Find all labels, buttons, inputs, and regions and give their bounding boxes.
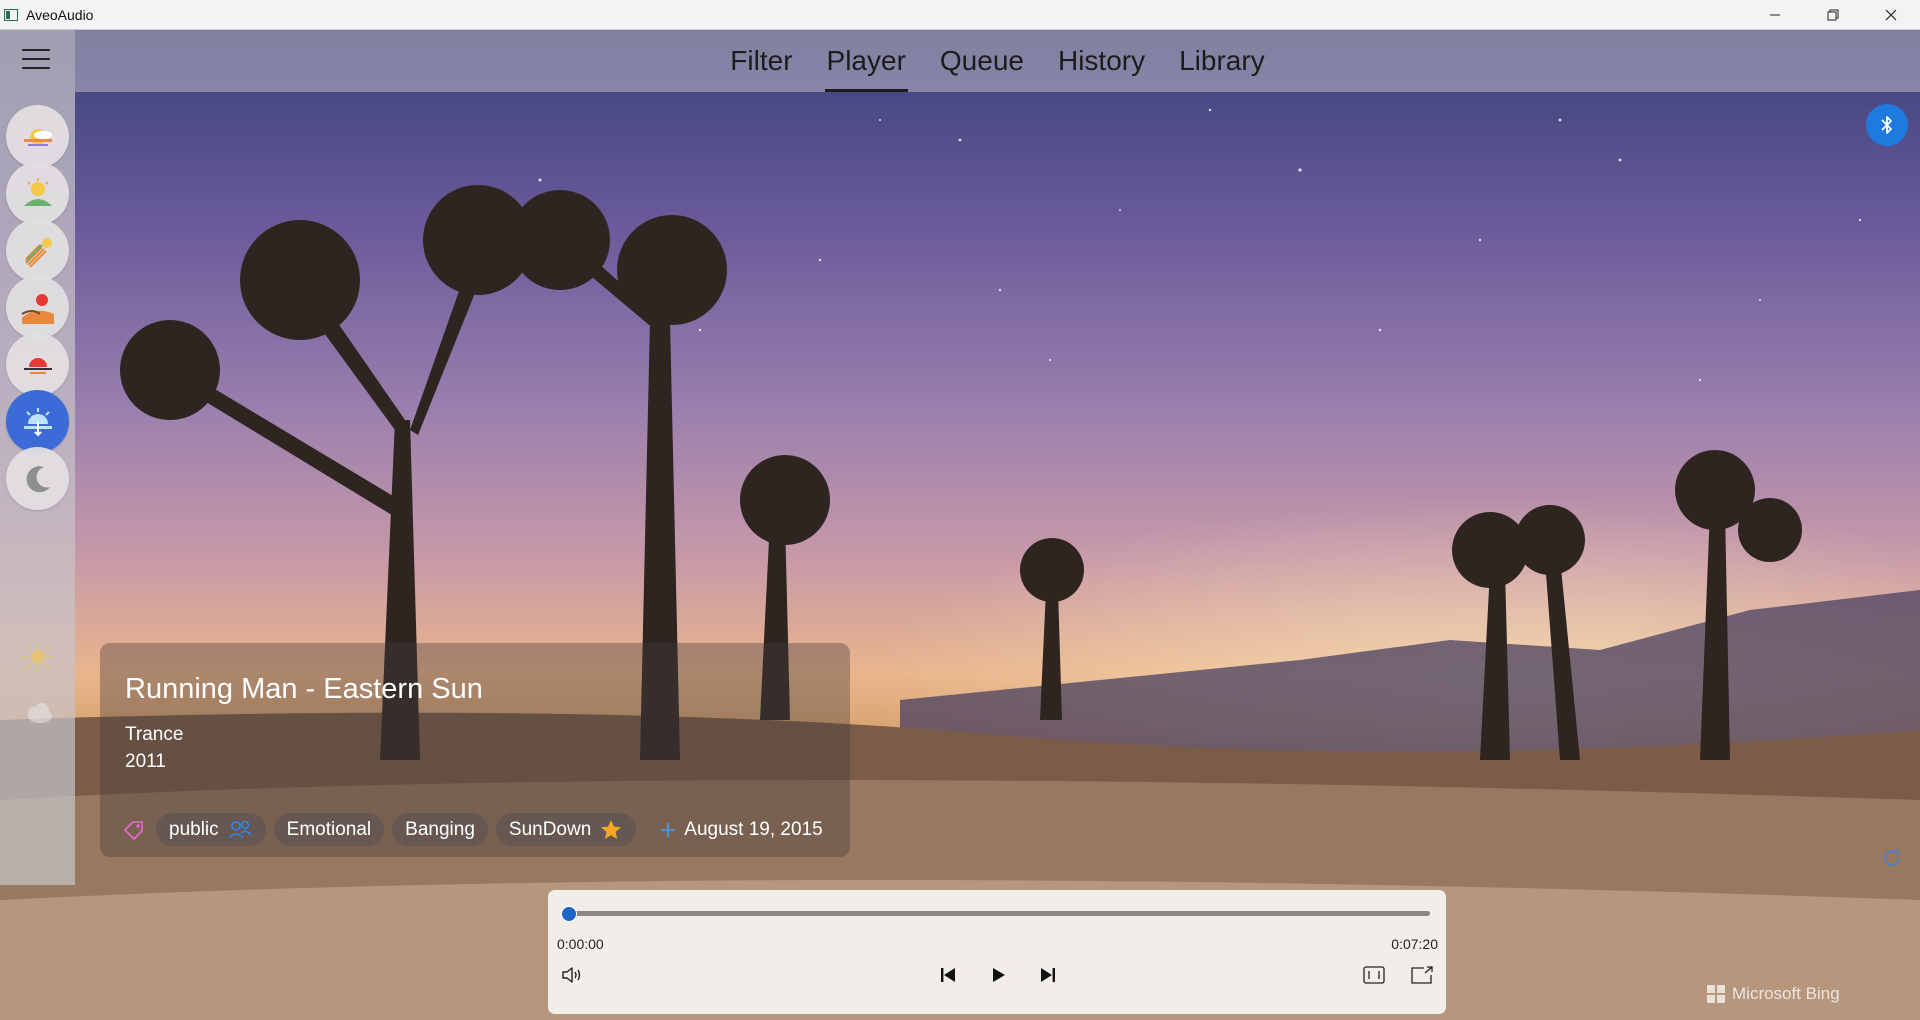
track-info-card: Running Man - Eastern Sun Trance 2011 pu… [100, 643, 850, 857]
rail-item-sunset[interactable] [6, 333, 69, 396]
volume-icon [562, 967, 581, 983]
sunny-icon [22, 641, 53, 672]
seek-bar[interactable] [565, 911, 1430, 916]
tag-chip-sundown[interactable]: SunDown [495, 813, 637, 846]
tag-chip-label: Banging [405, 818, 475, 840]
seek-thumb[interactable] [561, 906, 577, 922]
app-icon [4, 8, 18, 21]
tab-history[interactable]: History [1056, 29, 1147, 92]
volume-button[interactable] [557, 960, 587, 990]
title-bar: AveoAudio [0, 0, 1920, 30]
track-year: 2011 [125, 751, 166, 772]
left-rail-weather [0, 641, 75, 1020]
watermark-label: Microsoft Bing [1732, 984, 1840, 1003]
rail-item-sunny[interactable] [6, 625, 69, 688]
hamburger-menu-button[interactable] [22, 49, 50, 71]
rail-item-morning[interactable] [6, 162, 69, 225]
tag-chip-label: Emotional [286, 818, 372, 840]
next-track-button[interactable] [1033, 960, 1063, 990]
tab-filter[interactable]: Filter [728, 29, 794, 92]
rail-item-desert[interactable] [6, 276, 69, 339]
cloudy-icon [27, 702, 52, 723]
previous-track-button[interactable] [933, 960, 963, 990]
date-added: August 19, 2015 [660, 818, 823, 841]
sunset-icon [23, 357, 52, 374]
rail-item-cloudy[interactable] [6, 682, 69, 745]
skip-next-icon [1041, 968, 1055, 982]
restore-icon [1827, 9, 1839, 20]
compact-overlay-icon [1363, 966, 1385, 984]
minimize-icon [1770, 14, 1780, 15]
play-button[interactable] [983, 960, 1013, 990]
track-title: Running Man - Eastern Sun [125, 673, 483, 705]
evening-cloud-icon [23, 407, 52, 436]
bluetooth-button[interactable] [1866, 104, 1908, 146]
rail-item-sun-rays[interactable] [6, 219, 69, 282]
close-button[interactable] [1862, 0, 1920, 29]
morning-sun-icon [23, 177, 52, 206]
minimize-button[interactable] [1746, 0, 1804, 29]
star-icon [601, 819, 622, 839]
background-wallpaper [0, 0, 1920, 1020]
bing-watermark: Microsoft Bing [1706, 984, 1840, 1004]
tab-queue[interactable]: Queue [938, 29, 1026, 92]
share-window-icon [1411, 966, 1433, 984]
desert-sun-icon [20, 293, 54, 324]
desert-scene [0, 108, 1920, 1020]
refresh-wallpaper-icon[interactable] [1880, 846, 1904, 870]
track-genre: Trance [125, 724, 184, 745]
tag-icon[interactable] [122, 818, 146, 842]
plus-icon [661, 822, 676, 837]
playback-controls: 0:00:00 0:07:20 [548, 890, 1446, 1014]
top-navigation: Filter Player Queue History Library [75, 29, 1920, 92]
rail-item-evening[interactable] [6, 390, 69, 453]
tag-chip-label: public [169, 818, 219, 840]
skip-previous-icon [941, 968, 955, 982]
left-rail [0, 29, 75, 885]
window-controls [1746, 0, 1920, 29]
sunrise-cloudy-icon [23, 128, 52, 146]
bluetooth-icon [1881, 116, 1892, 134]
tag-chip-emotional[interactable]: Emotional [273, 813, 385, 846]
moon-icon [26, 465, 50, 492]
share-button[interactable] [1407, 960, 1437, 990]
rail-item-sunrise[interactable] [6, 105, 69, 168]
windows-logo-icon [1707, 985, 1725, 1003]
rail-item-night[interactable] [6, 447, 69, 510]
compact-mode-button[interactable] [1359, 960, 1389, 990]
total-duration: 0:07:20 [1391, 936, 1438, 952]
tab-library[interactable]: Library [1177, 29, 1267, 92]
play-icon [993, 968, 1005, 982]
window-title: AveoAudio [26, 6, 94, 23]
restore-button[interactable] [1804, 0, 1862, 29]
people-icon [228, 820, 252, 839]
close-icon [1885, 9, 1897, 20]
sun-rays-icon [24, 237, 52, 268]
tag-chip-banging[interactable]: Banging [392, 813, 488, 846]
elapsed-time: 0:00:00 [557, 936, 604, 952]
tag-chip-label: SunDown [508, 818, 592, 840]
tag-list: public Emotional Banging SunDown August … [122, 812, 823, 847]
tag-chip-public[interactable]: public [156, 813, 266, 846]
tab-player[interactable]: Player [824, 29, 909, 92]
date-added-label: August 19, 2015 [684, 818, 823, 840]
